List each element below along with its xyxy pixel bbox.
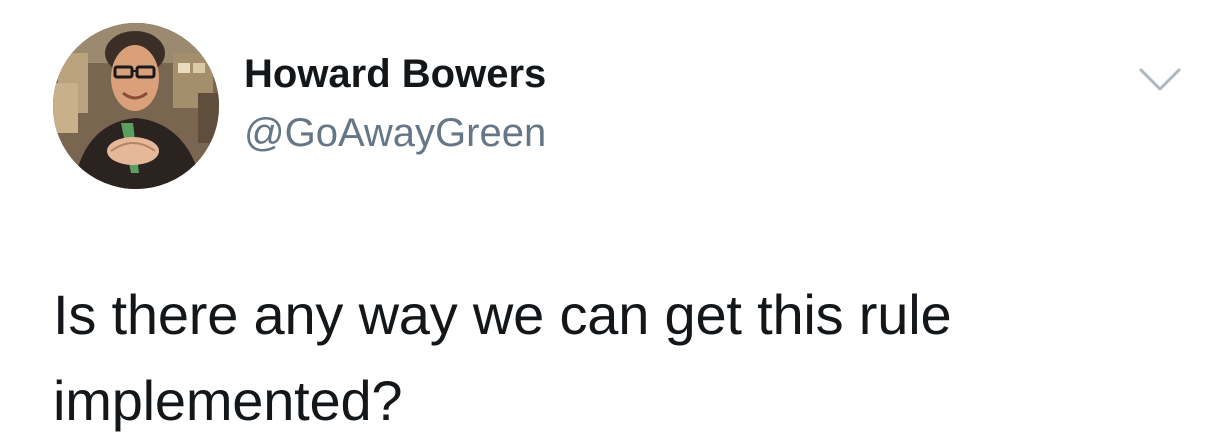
tweet-text: Is there any way we can get this rule im… bbox=[53, 283, 952, 432]
author-handle[interactable]: @GoAwayGreen bbox=[244, 109, 546, 157]
avatar[interactable] bbox=[53, 23, 219, 189]
tweet-card: Howard Bowers @GoAwayGreen Is there any … bbox=[0, 0, 1230, 433]
chevron-down-icon[interactable] bbox=[1135, 62, 1185, 98]
avatar-photo bbox=[53, 23, 219, 189]
author-display-name[interactable]: Howard Bowers bbox=[244, 50, 546, 98]
